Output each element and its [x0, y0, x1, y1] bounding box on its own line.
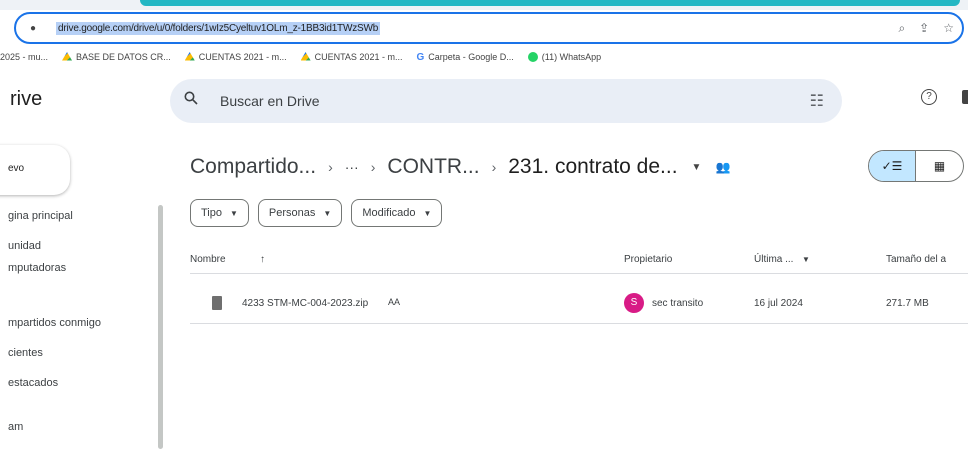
- zoom-icon[interactable]: ⌕: [898, 21, 905, 36]
- caret-down-icon: ▼: [230, 208, 238, 218]
- help-icon[interactable]: ?: [921, 89, 937, 105]
- chevron-right-icon: ›: [328, 159, 333, 175]
- grid-icon: ▦: [933, 159, 946, 173]
- modified-date: 16 jul 2024: [754, 298, 803, 309]
- settings-icon[interactable]: [962, 90, 968, 104]
- shared-icon: AA: [388, 297, 401, 307]
- column-size[interactable]: Tamaño del a: [886, 254, 946, 265]
- bookmarks-bar: 2025 - mu... BASE DE DATOS CR... CUENTAS…: [0, 46, 968, 68]
- bookmark-item[interactable]: CUENTAS 2021 - m...: [184, 52, 287, 62]
- breadcrumb-more[interactable]: ···: [345, 159, 359, 175]
- column-name[interactable]: Nombre: [190, 254, 226, 265]
- shared-folder-icon[interactable]: 👥: [715, 160, 730, 174]
- browser-top-strip: [0, 0, 968, 10]
- url-text[interactable]: drive.google.com/drive/u/0/folders/1wIz5…: [56, 22, 381, 35]
- bookmark-item[interactable]: BASE DE DATOS CR...: [62, 52, 171, 62]
- sidebar-item-computers[interactable]: mputadoras: [8, 262, 66, 274]
- table-row[interactable]: 4233 STM-MC-004-2023.zip AA S sec transi…: [190, 284, 968, 324]
- grid-view-button[interactable]: ▦: [916, 151, 963, 181]
- sidebar-item-spam[interactable]: am: [8, 421, 23, 433]
- list-view-button[interactable]: ✓☰: [869, 151, 917, 181]
- file-name[interactable]: 4233 STM-MC-004-2023.zip: [242, 298, 368, 309]
- bookmark-item[interactable]: G Carpeta - Google D...: [416, 52, 513, 63]
- search-input[interactable]: Buscar en Drive: [220, 93, 320, 109]
- caret-down-icon: ▼: [323, 208, 332, 218]
- sidebar-item-home[interactable]: gina principal: [8, 210, 73, 222]
- caret-down-icon[interactable]: ▼: [802, 255, 810, 264]
- sort-arrow-up-icon[interactable]: ↑: [260, 254, 265, 265]
- whatsapp-icon: [527, 52, 538, 62]
- sidebar-item-shared-with-me[interactable]: mpartidos conmigo: [8, 317, 101, 329]
- sidebar-scrollbar[interactable]: [158, 205, 163, 449]
- app-title[interactable]: rive: [10, 88, 42, 111]
- sidebar-item-recent[interactable]: cientes: [8, 347, 43, 359]
- drive-icon: [300, 52, 311, 61]
- sidebar-item-starred[interactable]: estacados: [8, 377, 58, 389]
- owner-name: sec transito: [652, 298, 704, 309]
- filter-people[interactable]: Personas ▼: [257, 199, 343, 227]
- search-icon: [184, 91, 198, 105]
- file-size: 271.7 MB: [886, 298, 929, 309]
- google-icon: G: [416, 51, 425, 63]
- breadcrumb-item[interactable]: Compartido...: [190, 155, 316, 179]
- table-header: Nombre ↑ Propietario Última ... ▼ Tamaño…: [190, 244, 968, 274]
- drive-icon: [184, 52, 195, 61]
- drive-icon: [62, 52, 73, 61]
- chevron-right-icon: ›: [491, 159, 497, 175]
- check-list-icon: ✓☰: [881, 159, 903, 173]
- bookmark-star-icon[interactable]: ☆: [943, 21, 954, 36]
- filter-type[interactable]: Tipo ▼: [190, 199, 249, 227]
- caret-down-icon: ▼: [423, 208, 432, 218]
- bookmark-item[interactable]: 2025 - mu...: [0, 52, 48, 62]
- column-owner[interactable]: Propietario: [624, 254, 672, 265]
- column-modified[interactable]: Última ...: [754, 254, 793, 265]
- breadcrumb-item[interactable]: CONTR...: [387, 155, 479, 179]
- breadcrumb: Compartido... › ··· › CONTR... › 231. co…: [190, 155, 730, 179]
- sidebar-item-my-drive[interactable]: unidad: [8, 240, 41, 252]
- share-page-icon[interactable]: ⇪: [919, 21, 929, 36]
- bookmark-item[interactable]: CUENTAS 2021 - m...: [300, 52, 402, 62]
- breadcrumb-current[interactable]: 231. contrato de...: [508, 155, 677, 179]
- filter-modified[interactable]: Modificado ▼: [351, 199, 443, 227]
- address-bar[interactable]: ● drive.google.com/drive/u/0/folders/1wI…: [14, 12, 964, 44]
- new-button[interactable]: evo: [0, 145, 70, 195]
- search-bar[interactable]: Buscar en Drive ☷: [170, 79, 842, 123]
- chevron-right-icon: ›: [370, 159, 376, 175]
- search-options-icon[interactable]: ☷: [810, 91, 824, 111]
- filter-chips: Tipo ▼ Personas ▼ Modificado ▼: [190, 199, 443, 227]
- bookmark-item[interactable]: (11) WhatsApp: [527, 52, 601, 62]
- avatar: S: [624, 293, 644, 313]
- zip-file-icon: [212, 296, 222, 310]
- view-toggle: ✓☰ ▦: [868, 150, 964, 182]
- tab-accent: [140, 0, 960, 6]
- folder-menu-caret-icon[interactable]: ▼: [692, 162, 702, 173]
- site-info-icon[interactable]: ●: [30, 23, 36, 34]
